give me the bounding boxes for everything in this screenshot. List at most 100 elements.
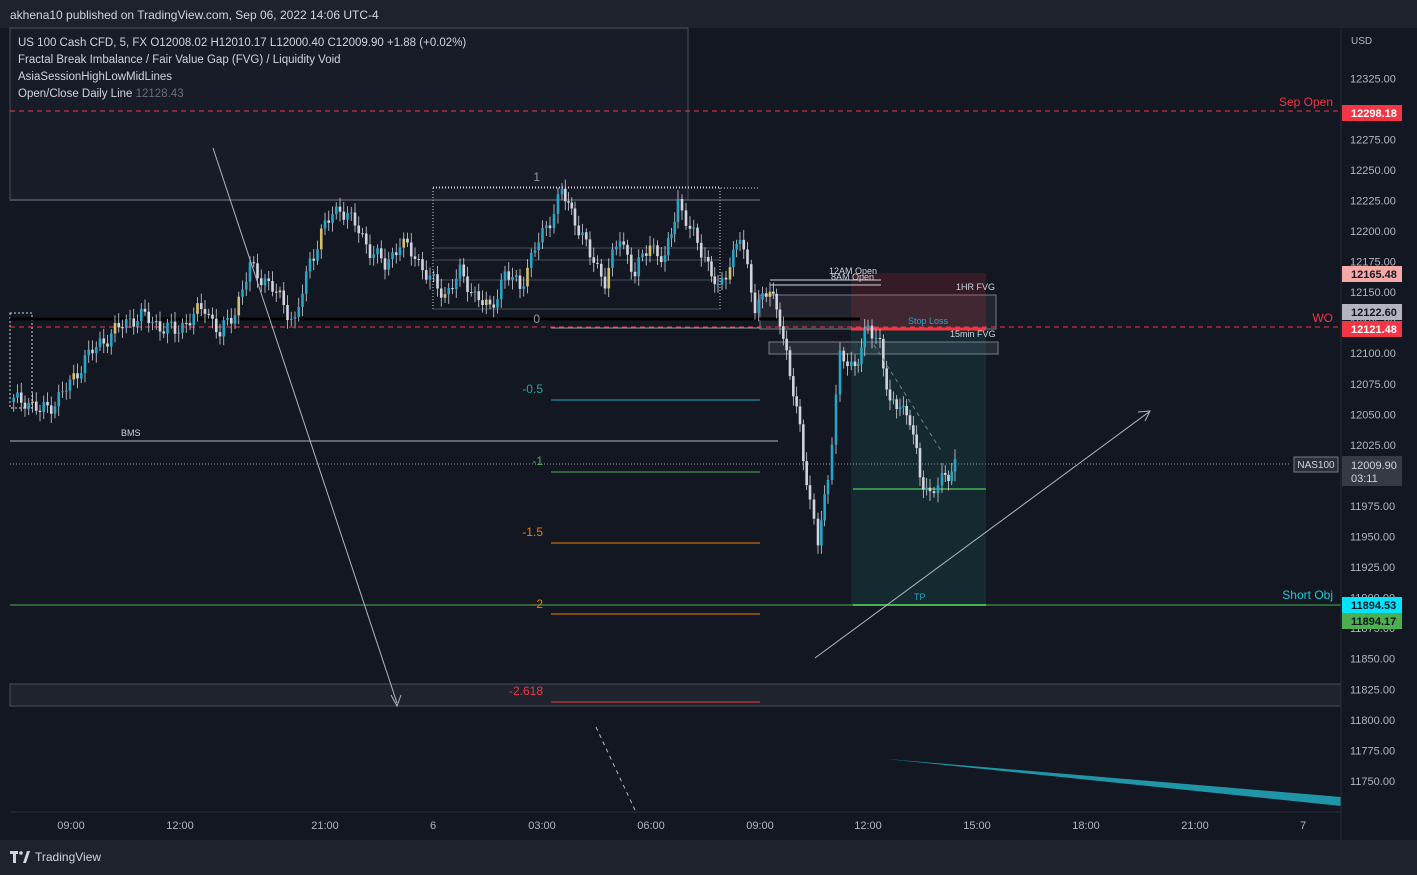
candle-body xyxy=(552,213,556,229)
price-tick-label: 12025.00 xyxy=(1350,440,1396,452)
candle-body xyxy=(19,392,23,403)
candle-body xyxy=(641,253,644,258)
candle-body xyxy=(308,258,312,272)
candle-body xyxy=(177,332,181,334)
candle-body xyxy=(950,471,954,482)
candle-body xyxy=(158,321,162,332)
candle-body xyxy=(331,214,334,223)
current-price-countdown: 03:11 xyxy=(1351,473,1378,485)
candle-body xyxy=(301,293,304,307)
candle-body xyxy=(526,267,529,287)
candle-body xyxy=(496,299,499,308)
candle-body xyxy=(184,323,188,325)
candle-body xyxy=(132,318,136,327)
candle-body xyxy=(233,315,237,324)
candle-body xyxy=(570,202,574,209)
candle-body xyxy=(394,252,398,256)
candle-body xyxy=(207,313,211,315)
price-tick-label: 12050.00 xyxy=(1350,409,1396,421)
candle-body xyxy=(323,220,327,229)
candle-body xyxy=(72,373,76,380)
candle-body xyxy=(76,373,79,379)
candle-body xyxy=(778,309,782,327)
candle-body xyxy=(728,267,732,280)
candle-body xyxy=(560,188,564,195)
candle-body xyxy=(563,188,567,202)
time-tick-label: 03:00 xyxy=(528,820,556,832)
candle-body xyxy=(699,242,703,258)
candle-body xyxy=(391,252,394,260)
candle-body xyxy=(885,368,888,390)
candle-body xyxy=(61,391,64,393)
candle-body xyxy=(953,458,957,472)
candle-body xyxy=(680,198,684,211)
candle-body xyxy=(696,227,699,243)
candle-body xyxy=(199,303,203,309)
time-tick-label: 21:00 xyxy=(311,820,339,832)
legend-high: H12010.17 xyxy=(210,37,267,49)
price-tag-label: 12298.18 xyxy=(1351,108,1397,120)
candle-body xyxy=(724,277,728,280)
candle-body xyxy=(64,390,68,392)
price-tick-label: 12200.00 xyxy=(1350,226,1396,238)
candle-body xyxy=(537,242,541,251)
candle-body xyxy=(905,405,908,416)
candle-body xyxy=(772,291,775,294)
price-tick-label: 11850.00 xyxy=(1350,654,1395,666)
brand[interactable]: TradingView xyxy=(10,850,101,864)
candle-series xyxy=(12,179,957,554)
fvg-15min-label: 15min FVG xyxy=(950,329,996,339)
candle-body xyxy=(908,415,912,426)
fib-label: -2 xyxy=(532,597,543,611)
candle-body xyxy=(603,276,607,289)
candle-body xyxy=(274,291,278,293)
trend-wedge xyxy=(887,759,1341,806)
candle-body xyxy=(567,201,570,203)
price-tick-label: 12275.00 xyxy=(1350,134,1396,146)
legend-indicator-daily[interactable]: Open/Close Daily Line 12128.43 xyxy=(18,86,466,103)
candle-body xyxy=(271,281,274,292)
candle-body xyxy=(49,405,53,414)
candle-body xyxy=(599,263,603,277)
candle-body xyxy=(792,376,795,397)
take-profit-zone xyxy=(851,329,986,605)
candle-body xyxy=(503,271,507,281)
candle-body xyxy=(424,270,428,280)
candle-body xyxy=(229,317,233,324)
candle-body xyxy=(659,256,663,262)
sep-open-label: Sep Open xyxy=(1279,95,1333,109)
fib-label: -1.5 xyxy=(522,525,543,539)
candle-body xyxy=(151,322,154,324)
time-tick-label: 12:00 xyxy=(166,820,194,832)
fib-label: -2.618 xyxy=(509,684,543,698)
candle-body xyxy=(622,241,626,245)
candle-body xyxy=(136,320,139,327)
legend-open: O12008.02 xyxy=(150,37,208,49)
candle-body xyxy=(319,228,323,250)
price-tick-label: 12075.00 xyxy=(1350,379,1396,391)
candle-body xyxy=(469,292,473,294)
candle-body xyxy=(481,300,484,305)
candle-body xyxy=(488,299,492,305)
legend-indicator-asia[interactable]: AsiaSessionHighLowMidLines xyxy=(18,69,466,86)
legend-indicator-fvg[interactable]: Fractal Break Imbalance / Fair Value Gap… xyxy=(18,52,466,69)
candle-body xyxy=(124,319,128,329)
candle-body xyxy=(447,288,451,295)
candle-body xyxy=(432,274,436,276)
candle-body xyxy=(588,239,592,258)
legend-daily-value: 12128.43 xyxy=(135,88,184,100)
candle-body xyxy=(46,401,49,406)
candle-body xyxy=(706,257,710,262)
candle-body xyxy=(214,318,218,333)
candle-body xyxy=(918,448,922,478)
candle-body xyxy=(406,238,409,243)
candle-body xyxy=(548,225,552,229)
candle-body xyxy=(826,479,830,495)
price-chart[interactable]: USD12325.0012300.0012275.0012250.0012225… xyxy=(0,0,1417,875)
candle-body xyxy=(795,396,798,407)
candle-body xyxy=(607,267,611,289)
candle-body xyxy=(816,518,820,546)
price-tick-label: 11925.00 xyxy=(1350,562,1395,574)
liquidity-zone xyxy=(9,683,1342,707)
candle-body xyxy=(834,394,838,445)
